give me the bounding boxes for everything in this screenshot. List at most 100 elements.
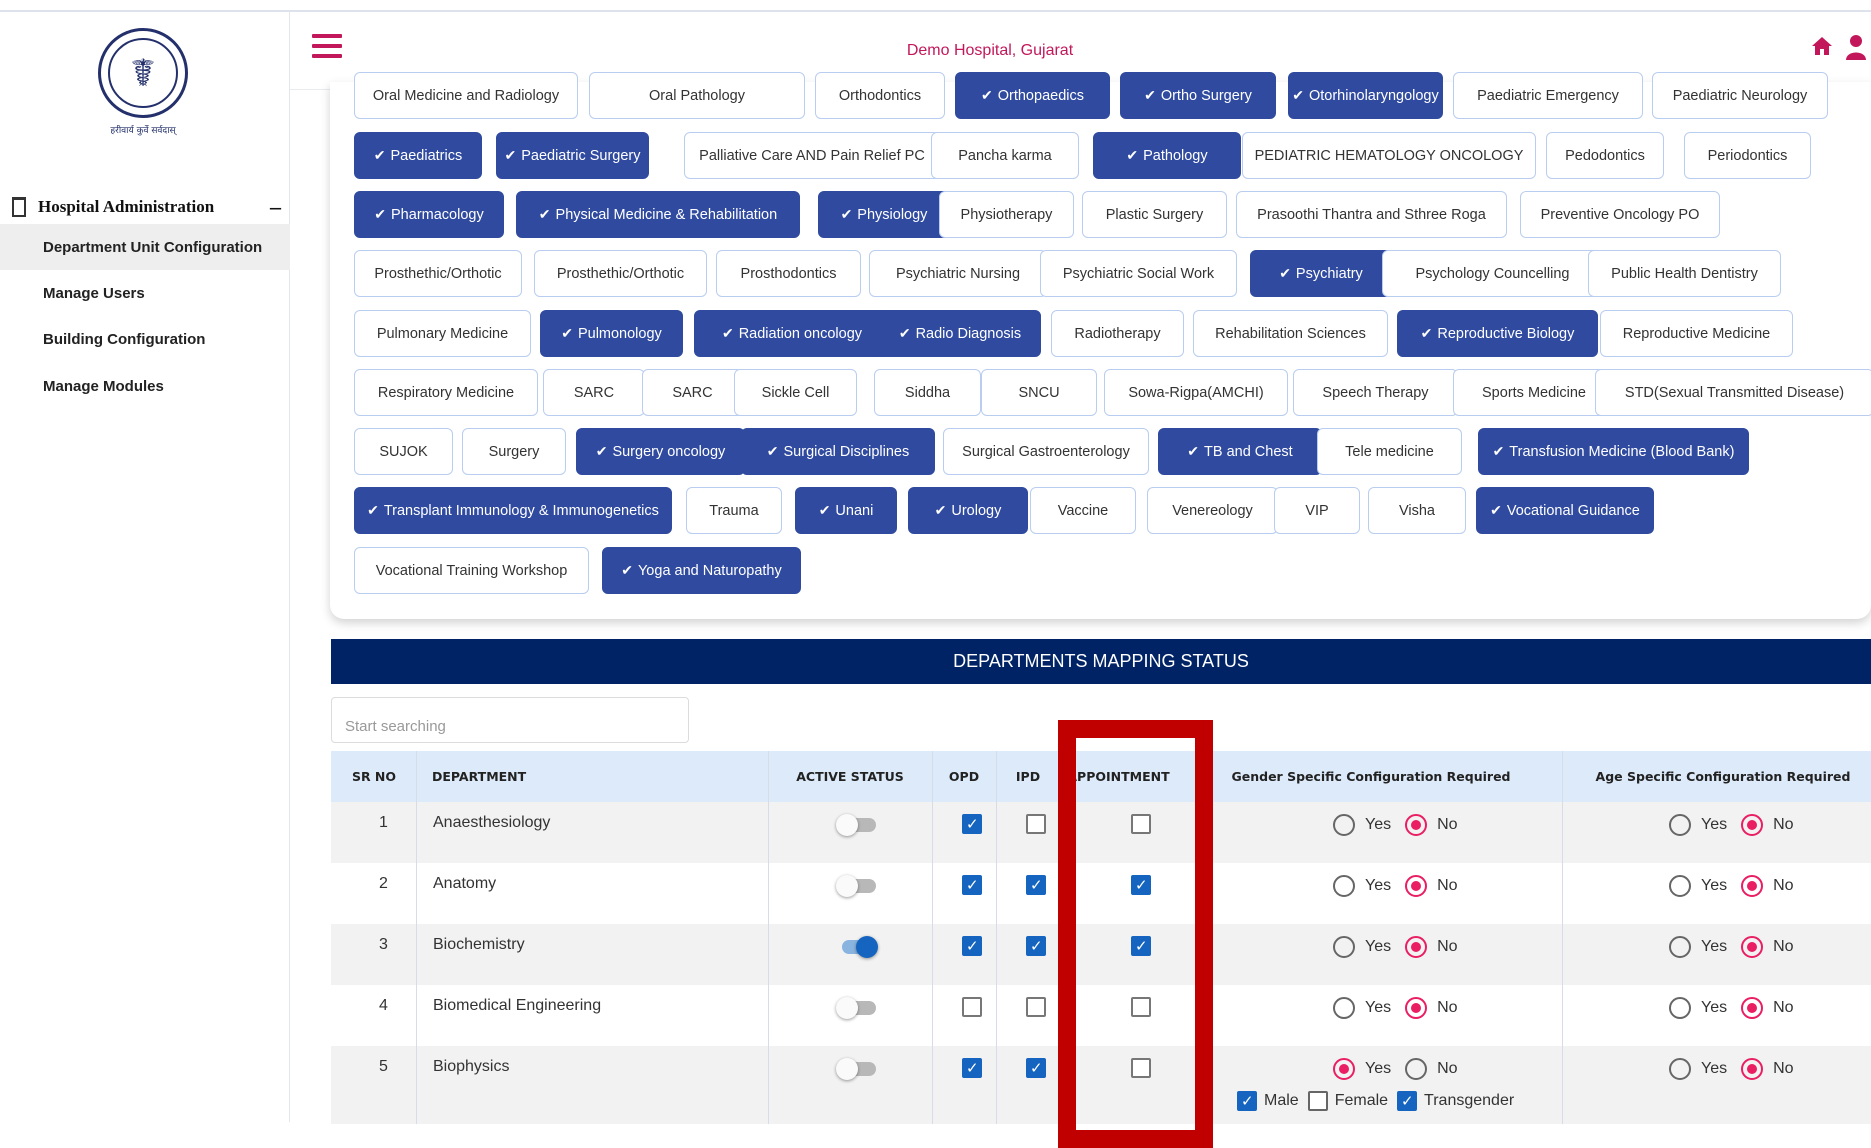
active-status-toggle[interactable] bbox=[836, 997, 876, 1019]
search-input[interactable]: Start searching bbox=[331, 697, 689, 743]
department-chip[interactable]: Surgical Gastroenterology bbox=[943, 428, 1149, 475]
ipd-checkbox[interactable] bbox=[1026, 936, 1046, 956]
age-specific-no-radio[interactable] bbox=[1741, 814, 1764, 836]
department-chip[interactable]: Urology bbox=[908, 487, 1028, 534]
department-chip[interactable]: TB and Chest bbox=[1158, 428, 1322, 475]
department-chip[interactable]: Physical Medicine & Rehabilitation bbox=[516, 191, 800, 238]
department-chip[interactable]: Prosthodontics bbox=[716, 250, 861, 297]
male-checkbox[interactable] bbox=[1237, 1091, 1257, 1111]
department-chip[interactable]: Physiology bbox=[818, 191, 950, 238]
gender-specific-no-radio[interactable] bbox=[1405, 936, 1428, 958]
age-specific-yes-radio[interactable] bbox=[1669, 1058, 1691, 1080]
department-chip[interactable]: Orthodontics bbox=[815, 72, 945, 119]
department-chip[interactable]: Oral Medicine and Radiology bbox=[354, 72, 578, 119]
active-status-toggle[interactable] bbox=[836, 875, 876, 897]
department-chip[interactable]: Plastic Surgery bbox=[1082, 191, 1227, 238]
active-status-toggle[interactable] bbox=[836, 814, 876, 836]
department-chip[interactable]: Radiation oncology bbox=[694, 310, 890, 357]
department-chip[interactable]: SUJOK bbox=[354, 428, 453, 475]
age-specific-no-radio[interactable] bbox=[1741, 875, 1764, 897]
department-chip[interactable]: Otorhinolaryngology bbox=[1288, 72, 1443, 119]
ipd-checkbox[interactable] bbox=[1026, 814, 1046, 834]
department-chip[interactable]: Psychiatric Nursing bbox=[869, 250, 1047, 297]
department-chip[interactable]: Paediatrics bbox=[354, 132, 482, 179]
department-chip[interactable]: Pancha karma bbox=[931, 132, 1079, 179]
department-chip[interactable]: Radio Diagnosis bbox=[879, 310, 1041, 357]
department-chip[interactable]: Surgical Disciplines bbox=[741, 428, 935, 475]
age-specific-no-radio[interactable] bbox=[1741, 1058, 1764, 1080]
department-chip[interactable]: Physiotherapy bbox=[939, 191, 1074, 238]
department-chip[interactable]: Palliative Care AND Pain Relief PC bbox=[684, 132, 940, 179]
department-chip[interactable]: PEDIATRIC HEMATOLOGY ONCOLOGY bbox=[1242, 132, 1536, 179]
gender-specific-yes-radio[interactable] bbox=[1333, 814, 1355, 836]
transgender-checkbox[interactable] bbox=[1397, 1091, 1418, 1111]
department-chip[interactable]: Siddha bbox=[874, 369, 981, 416]
department-chip[interactable]: Pathology bbox=[1093, 132, 1241, 179]
department-chip[interactable]: Psychology Councelling bbox=[1382, 250, 1603, 297]
department-chip[interactable]: Prasoothi Thantra and Sthree Roga bbox=[1236, 191, 1507, 238]
gender-specific-yes-radio[interactable] bbox=[1333, 1058, 1355, 1080]
opd-checkbox[interactable] bbox=[962, 875, 982, 895]
department-chip[interactable]: Pulmonology bbox=[540, 310, 683, 357]
female-checkbox[interactable] bbox=[1307, 1091, 1328, 1111]
gender-specific-no-radio[interactable] bbox=[1405, 875, 1428, 897]
department-chip[interactable]: Prosthethic/Orthotic bbox=[354, 250, 522, 297]
department-chip[interactable]: Public Health Dentistry bbox=[1588, 250, 1781, 297]
department-chip[interactable]: Vocational Training Workshop bbox=[354, 547, 589, 594]
department-chip[interactable]: Paediatric Surgery bbox=[496, 132, 649, 179]
department-chip[interactable]: Preventive Oncology PO bbox=[1520, 191, 1720, 238]
home-icon[interactable] bbox=[1810, 34, 1834, 58]
gender-specific-yes-radio[interactable] bbox=[1333, 997, 1355, 1019]
department-chip[interactable]: Rehabilitation Sciences bbox=[1193, 310, 1388, 357]
department-chip[interactable]: Ortho Surgery bbox=[1120, 72, 1276, 119]
age-specific-yes-radio[interactable] bbox=[1669, 875, 1691, 897]
sidebar-item-manage-users[interactable]: Manage Users bbox=[0, 270, 290, 316]
department-chip[interactable]: Venereology bbox=[1147, 487, 1278, 534]
department-chip[interactable]: Trauma bbox=[686, 487, 782, 534]
department-chip[interactable]: Reproductive Medicine bbox=[1600, 310, 1793, 357]
department-chip[interactable]: Transplant Immunology & Immunogenetics bbox=[354, 487, 672, 534]
department-chip[interactable]: Pulmonary Medicine bbox=[354, 310, 531, 357]
opd-checkbox[interactable] bbox=[962, 936, 982, 956]
department-chip[interactable]: Periodontics bbox=[1684, 132, 1811, 179]
department-chip[interactable]: Pharmacology bbox=[354, 191, 504, 238]
ipd-checkbox[interactable] bbox=[1026, 997, 1046, 1017]
department-chip[interactable]: Orthopaedics bbox=[955, 72, 1110, 119]
department-chip[interactable]: Tele medicine bbox=[1317, 428, 1462, 475]
department-chip[interactable]: SNCU bbox=[981, 369, 1097, 416]
department-chip[interactable]: Reproductive Biology bbox=[1397, 310, 1598, 357]
department-chip[interactable]: Oral Pathology bbox=[589, 72, 805, 119]
age-specific-yes-radio[interactable] bbox=[1669, 814, 1691, 836]
department-chip[interactable]: Sickle Cell bbox=[734, 369, 857, 416]
department-chip[interactable]: Pedodontics bbox=[1546, 132, 1664, 179]
department-chip[interactable]: Psychiatric Social Work bbox=[1040, 250, 1237, 297]
department-chip[interactable]: Prosthethic/Orthotic bbox=[534, 250, 707, 297]
sidebar-item-manage-modules[interactable]: Manage Modules bbox=[0, 363, 290, 409]
department-chip[interactable]: Surgery oncology bbox=[576, 428, 745, 475]
active-status-toggle[interactable] bbox=[836, 936, 878, 958]
department-chip[interactable]: Paediatric Neurology bbox=[1652, 72, 1828, 119]
department-chip[interactable]: Transfusion Medicine (Blood Bank) bbox=[1478, 428, 1749, 475]
gender-specific-no-radio[interactable] bbox=[1405, 1058, 1428, 1080]
department-chip[interactable]: Sports Medicine bbox=[1453, 369, 1615, 416]
collapse-icon[interactable]: – bbox=[270, 194, 281, 220]
department-chip[interactable]: STD(Sexual Transmitted Disease) bbox=[1595, 369, 1871, 416]
ipd-checkbox[interactable] bbox=[1026, 875, 1046, 895]
department-chip[interactable]: Psychiatry bbox=[1250, 250, 1392, 297]
department-chip[interactable]: VIP bbox=[1274, 487, 1360, 534]
department-chip[interactable]: Visha bbox=[1368, 487, 1466, 534]
gender-specific-no-radio[interactable] bbox=[1405, 997, 1428, 1019]
sidebar-section-hospital-administration[interactable]: Hospital Administration – bbox=[12, 194, 287, 220]
department-chip[interactable]: Vocational Guidance bbox=[1476, 487, 1654, 534]
user-icon[interactable] bbox=[1846, 34, 1866, 60]
age-specific-yes-radio[interactable] bbox=[1669, 936, 1691, 958]
age-specific-yes-radio[interactable] bbox=[1669, 997, 1691, 1019]
gender-specific-no-radio[interactable] bbox=[1405, 814, 1428, 836]
department-chip[interactable]: Speech Therapy bbox=[1293, 369, 1458, 416]
active-status-toggle[interactable] bbox=[836, 1058, 876, 1080]
gender-specific-yes-radio[interactable] bbox=[1333, 936, 1355, 958]
department-chip[interactable]: SARC bbox=[543, 369, 645, 416]
department-chip[interactable]: Unani bbox=[795, 487, 897, 534]
department-chip[interactable]: Sowa-Rigpa(AMCHI) bbox=[1104, 369, 1288, 416]
age-specific-no-radio[interactable] bbox=[1741, 936, 1764, 958]
